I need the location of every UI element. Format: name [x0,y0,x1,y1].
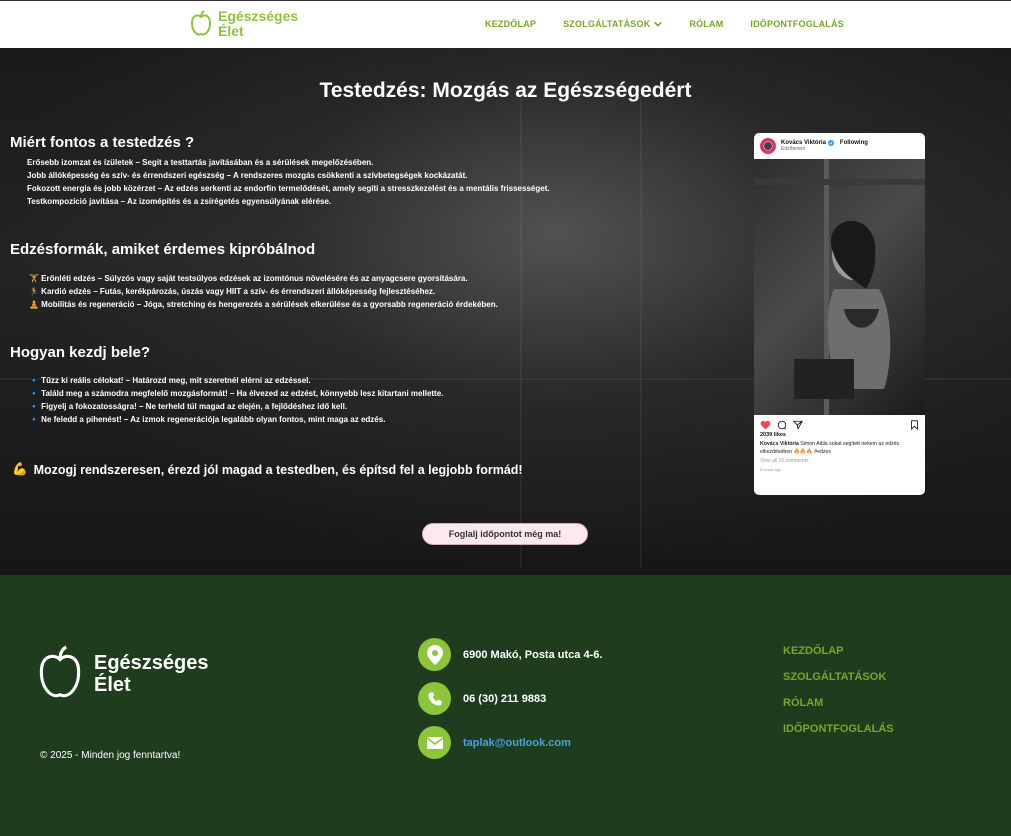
why-list: Erősebb izomzat és ízületek – Segít a te… [27,156,550,208]
bookmark-icon[interactable] [910,420,919,430]
nav-item-about[interactable]: RÓLAM [689,19,723,29]
instagram-caption: Kovács Viktória Simon Attila sokat segít… [754,438,925,458]
contact-phone: 06 (30) 211 9883 [418,682,546,715]
instagram-actions [754,415,925,432]
footer-logo-text: Egészséges Élet [94,652,209,696]
logo-line2: Élet [218,23,244,39]
post-timestamp: 8 hours ago [760,467,782,472]
apple-icon [39,645,81,698]
email-link[interactable]: taplak@outlook.com [463,737,571,749]
site-header: Egészséges Élet KEZDŐLAP SZOLGÁLTATÁSOK … [0,0,1011,48]
instagram-photo[interactable] [754,159,925,415]
instagram-post-header: Kovács Viktória Following Edzőterem [754,133,925,159]
footer-logo[interactable]: Egészséges Élet [36,645,209,703]
chevron-down-icon [654,21,663,27]
following-button[interactable]: Following [840,140,868,146]
logo-line1: Egészséges [218,8,299,24]
phone-icon [418,682,451,715]
section-heading-start: Hogyan kezdj bele? [10,344,151,361]
copyright-text: © 2025 - Minden jog fenntartva! [40,750,181,761]
site-footer: Egészséges Élet © 2025 - Minden jog fenn… [0,575,1011,836]
share-icon[interactable] [793,420,803,430]
list-item: 🏃 Kardió edzés – Futás, kerékpározás, ús… [29,287,436,296]
list-item: 🔹 Ne feledd a pihenést! – Az izmok regen… [29,415,386,424]
verified-icon [827,140,834,146]
list-item: 🔹 Tűzz ki reális célokat! – Határozd meg… [29,376,311,385]
footer-nav: KEZDŐLAP SZOLGÁLTATÁSOK RÓLAM IDŐPONTFOG… [783,645,894,735]
heart-icon[interactable] [760,420,771,430]
phone-text[interactable]: 06 (30) 211 9883 [463,693,546,705]
nav-item-booking[interactable]: IDŐPONTFOGLALÁS [750,19,844,29]
list-item: Erősebb izomzat és ízületek – Segít a te… [27,158,374,167]
background-gym-beam [640,88,642,568]
map-pin-icon [418,638,451,671]
apple-icon [190,10,212,36]
main-nav: KEZDŐLAP SZOLGÁLTATÁSOK RÓLAM IDŐPONTFOG… [485,19,844,29]
hero-section: Testedzés: Mozgás az Egészségedért Miért… [0,48,1011,575]
contact-email: taplak@outlook.com [418,726,571,759]
nav-item-home[interactable]: KEZDŐLAP [485,19,536,29]
list-item: 🔹 Találd meg a számodra megfelelő mozgás… [29,389,444,398]
avatar[interactable] [760,138,776,154]
list-item: 🔹 Figyelj a fokozatosságra! – Ne terheld… [29,402,348,411]
gym-woman-illustration [754,159,925,415]
instagram-post[interactable]: Kovács Viktória Following Edzőterem 2039… [754,133,925,495]
flexed-biceps-icon: 💪 [12,462,28,476]
footer-link-about[interactable]: RÓLAM [783,697,894,709]
header-logo[interactable]: Egészséges Élet [190,9,298,39]
section-heading-why: Miért fontos a testedzés ? [10,134,195,151]
motto-text: Mozogj rendszeresen, érezd jól magad a t… [33,462,523,477]
logo-text: Egészséges Élet [218,9,298,39]
caption-username[interactable]: Kovács Viktória [760,441,799,447]
list-item: Fokozott energia és jobb közérzet – Az e… [27,184,550,193]
footer-logo-line2: Élet [94,674,131,696]
section-heading-workouts: Edzésformák, amiket érdemes kipróbálnod [10,241,316,258]
list-item: Testkompozíció javítása – Az izomépítés … [27,197,332,206]
contact-address: 6900 Makó, Posta utca 4-6. [418,638,602,671]
footer-logo-line1: Egészséges [94,652,209,674]
address-text: 6900 Makó, Posta utca 4-6. [463,648,603,661]
book-appointment-button[interactable]: Foglalj időpontot még ma! [422,523,588,545]
workouts-list: 🏋️ Erőnléti edzés – Súlyzós vagy saját t… [29,272,498,311]
list-item: 🏋️ Erőnléti edzés – Súlyzós vagy saját t… [29,274,468,283]
comment-icon[interactable] [777,420,787,430]
nav-item-services-label: SZOLGÁLTATÁSOK [563,19,651,29]
motto: 💪 Mozogj rendszeresen, érezd jól magad a… [12,462,523,477]
list-item: Jobb állóképesség és szív- és érrendszer… [27,171,468,180]
footer-link-services[interactable]: SZOLGÁLTATÁSOK [783,671,894,683]
page-title: Testedzés: Mozgás az Egészségedért [319,79,692,102]
envelope-icon [418,726,451,759]
footer-link-booking[interactable]: IDŐPONTFOGLALÁS [783,723,894,735]
view-comments-link[interactable]: View all 16 comments [754,458,925,464]
nav-item-services[interactable]: SZOLGÁLTATÁSOK [563,19,663,29]
list-item: 🧘 Mobilitás és regeneráció – Jóga, stret… [29,300,498,309]
start-list: 🔹 Tűzz ki reális célokat! – Határozd meg… [29,374,443,426]
footer-link-home[interactable]: KEZDŐLAP [783,645,894,657]
instagram-location: Edzőterem [781,146,806,152]
